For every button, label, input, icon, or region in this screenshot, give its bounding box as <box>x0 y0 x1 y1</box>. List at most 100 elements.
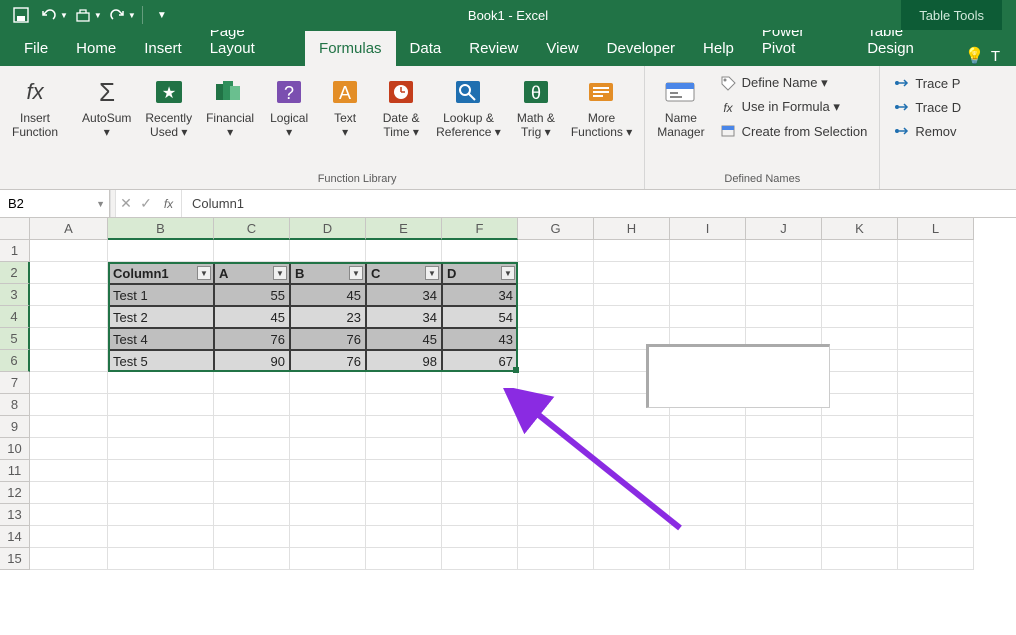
chart-placeholder[interactable] <box>646 344 830 408</box>
cell-J1[interactable] <box>746 240 822 262</box>
toolbox-dropdown-icon[interactable]: ▼ <box>94 11 102 20</box>
cell-B14[interactable] <box>108 526 214 548</box>
cell-G10[interactable] <box>518 438 594 460</box>
column-header-F[interactable]: F <box>442 218 518 240</box>
cell-L6[interactable] <box>898 350 974 372</box>
cell-J13[interactable] <box>746 504 822 526</box>
cell-J12[interactable] <box>746 482 822 504</box>
column-header-B[interactable]: B <box>108 218 214 240</box>
cell-L12[interactable] <box>898 482 974 504</box>
recently-button[interactable]: ★Recently Used ▾ <box>139 70 198 144</box>
filter-dropdown-icon[interactable]: ▼ <box>349 266 363 280</box>
tab-review[interactable]: Review <box>455 31 532 66</box>
cell-A7[interactable] <box>30 372 108 394</box>
cell-C9[interactable] <box>214 416 290 438</box>
cell-A8[interactable] <box>30 394 108 416</box>
cell-D12[interactable] <box>290 482 366 504</box>
filter-dropdown-icon[interactable]: ▼ <box>501 266 515 280</box>
cell-E8[interactable] <box>366 394 442 416</box>
cell-E13[interactable] <box>366 504 442 526</box>
cell-B2[interactable]: Column1▼ <box>108 262 214 284</box>
cell-B7[interactable] <box>108 372 214 394</box>
cell-F3[interactable]: 34 <box>442 284 518 306</box>
cell-B13[interactable] <box>108 504 214 526</box>
chevron-down-icon[interactable]: ▼ <box>96 199 105 209</box>
cell-L2[interactable] <box>898 262 974 284</box>
cell-C15[interactable] <box>214 548 290 570</box>
cell-K3[interactable] <box>822 284 898 306</box>
cell-G11[interactable] <box>518 460 594 482</box>
cell-D5[interactable]: 76 <box>290 328 366 350</box>
cell-B11[interactable] <box>108 460 214 482</box>
cell-D6[interactable]: 76 <box>290 350 366 372</box>
cell-F5[interactable]: 43 <box>442 328 518 350</box>
cell-H13[interactable] <box>594 504 670 526</box>
redo-dropdown-icon[interactable]: ▼ <box>128 11 136 20</box>
cell-C11[interactable] <box>214 460 290 482</box>
cell-H3[interactable] <box>594 284 670 306</box>
cell-L10[interactable] <box>898 438 974 460</box>
cell-A12[interactable] <box>30 482 108 504</box>
cell-K11[interactable] <box>822 460 898 482</box>
cell-D15[interactable] <box>290 548 366 570</box>
cell-F9[interactable] <box>442 416 518 438</box>
cell-K12[interactable] <box>822 482 898 504</box>
logical-button[interactable]: ?Logical ▾ <box>262 70 316 144</box>
cell-G13[interactable] <box>518 504 594 526</box>
cell-B8[interactable] <box>108 394 214 416</box>
cell-F6[interactable]: 67 <box>442 350 518 372</box>
row-header-8[interactable]: 8 <box>0 394 30 416</box>
row-header-11[interactable]: 11 <box>0 460 30 482</box>
cell-E3[interactable]: 34 <box>366 284 442 306</box>
cell-C14[interactable] <box>214 526 290 548</box>
column-header-L[interactable]: L <box>898 218 974 240</box>
row-header-5[interactable]: 5 <box>0 328 30 350</box>
cell-C6[interactable]: 90 <box>214 350 290 372</box>
cell-J15[interactable] <box>746 548 822 570</box>
cell-D11[interactable] <box>290 460 366 482</box>
row-header-10[interactable]: 10 <box>0 438 30 460</box>
cell-E14[interactable] <box>366 526 442 548</box>
name-box[interactable]: B2 ▼ <box>0 190 110 217</box>
cell-A9[interactable] <box>30 416 108 438</box>
worksheet[interactable]: ABCDEFGHIJKL 123456789101112131415 Colum… <box>0 218 1016 635</box>
row-header-14[interactable]: 14 <box>0 526 30 548</box>
cell-L3[interactable] <box>898 284 974 306</box>
trace-d-button[interactable]: Trace D <box>886 96 967 118</box>
filter-dropdown-icon[interactable]: ▼ <box>197 266 211 280</box>
cell-L14[interactable] <box>898 526 974 548</box>
tab-home[interactable]: Home <box>62 31 130 66</box>
remov-button[interactable]: Remov <box>886 120 967 142</box>
cell-K15[interactable] <box>822 548 898 570</box>
qat-customize-icon[interactable]: ▼ <box>149 3 175 27</box>
cell-A6[interactable] <box>30 350 108 372</box>
cell-B5[interactable]: Test 4 <box>108 328 214 350</box>
tab-view[interactable]: View <box>532 31 592 66</box>
toolbox-icon[interactable] <box>70 3 96 27</box>
cell-J3[interactable] <box>746 284 822 306</box>
date--button[interactable]: Date & Time ▾ <box>374 70 428 144</box>
cell-D8[interactable] <box>290 394 366 416</box>
cell-I9[interactable] <box>670 416 746 438</box>
cell-L4[interactable] <box>898 306 974 328</box>
cell-H9[interactable] <box>594 416 670 438</box>
cell-J14[interactable] <box>746 526 822 548</box>
cell-A15[interactable] <box>30 548 108 570</box>
cell-L11[interactable] <box>898 460 974 482</box>
cell-D1[interactable] <box>290 240 366 262</box>
cell-I14[interactable] <box>670 526 746 548</box>
cell-I2[interactable] <box>670 262 746 284</box>
cell-I4[interactable] <box>670 306 746 328</box>
tab-formulas[interactable]: Formulas <box>305 31 396 66</box>
cell-H2[interactable] <box>594 262 670 284</box>
row-header-2[interactable]: 2 <box>0 262 30 284</box>
cell-C4[interactable]: 45 <box>214 306 290 328</box>
row-header-3[interactable]: 3 <box>0 284 30 306</box>
name-manager-button[interactable]: Name Manager <box>651 70 710 144</box>
cell-H4[interactable] <box>594 306 670 328</box>
cell-F1[interactable] <box>442 240 518 262</box>
cell-G9[interactable] <box>518 416 594 438</box>
cell-B3[interactable]: Test 1 <box>108 284 214 306</box>
cell-E4[interactable]: 34 <box>366 306 442 328</box>
column-header-I[interactable]: I <box>670 218 746 240</box>
